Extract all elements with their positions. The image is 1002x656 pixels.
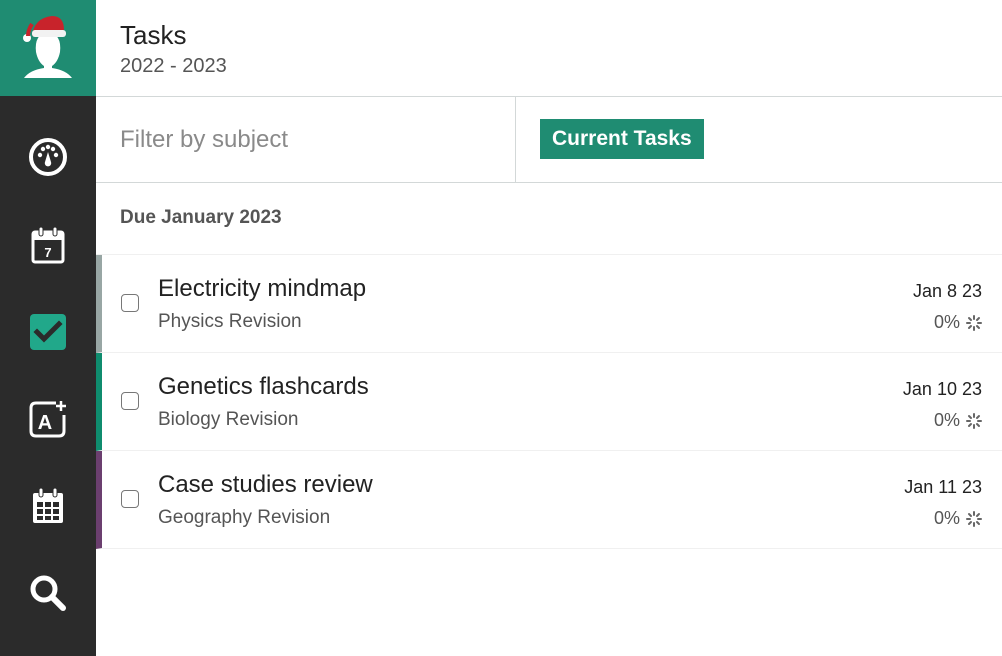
task-checkbox[interactable] [121, 294, 139, 312]
progress-spinner-icon [966, 510, 982, 527]
calendar-grid-icon [33, 487, 63, 523]
task-row[interactable]: Electricity mindmap Physics Revision Jan… [96, 255, 1002, 353]
task-due-date: Jan 10 23 [902, 379, 982, 399]
progress-spinner-icon [966, 412, 982, 429]
page-header: Tasks 2022 - 2023 [96, 0, 1002, 97]
page-title: Tasks [120, 20, 187, 50]
calendar-day-number: 7 [44, 245, 51, 260]
task-progress-value: 0% [933, 508, 960, 528]
nav-search[interactable] [0, 549, 96, 637]
sidebar: 7 A [0, 0, 96, 656]
grade-a-plus-icon: A [29, 401, 66, 438]
task-list: Electricity mindmap Physics Revision Jan… [96, 254, 1002, 549]
task-name: Genetics flashcards [158, 373, 369, 400]
calendar-7-icon: 7 [31, 226, 65, 264]
task-row[interactable]: Genetics flashcards Biology Revision Jan… [96, 353, 1002, 451]
nav-timetable[interactable] [0, 462, 96, 550]
task-name: Electricity mindmap [158, 275, 367, 302]
task-progress-value: 0% [933, 312, 960, 332]
app: 7 A Tasks 2022 - 2023 Filter by subject … [0, 0, 1002, 656]
nav-grades[interactable]: A [0, 375, 96, 463]
progress-spinner-icon [966, 314, 982, 331]
dashboard-gauge-icon [29, 138, 67, 176]
task-progress: 0% [934, 508, 982, 529]
group-heading: Due January 2023 [120, 207, 282, 228]
task-subject: Physics Revision [158, 311, 302, 332]
task-progress: 0% [934, 410, 982, 431]
task-due-date: Jan 8 23 [912, 281, 982, 301]
nav-calendar-day[interactable]: 7 [0, 201, 96, 289]
search-icon [30, 575, 66, 611]
task-progress-value: 0% [933, 410, 960, 430]
task-due-date: Jan 11 23 [904, 477, 982, 497]
main-content: Tasks 2022 - 2023 Current Tasks Due Janu… [96, 0, 1002, 656]
task-subject: Geography Revision [158, 507, 331, 528]
task-row[interactable]: Case studies review Geography Revision J… [96, 451, 1002, 549]
academic-year: 2022 - 2023 [120, 55, 227, 77]
task-check-icon [30, 314, 66, 350]
current-tasks-button[interactable]: Current Tasks [540, 119, 704, 159]
task-progress: 0% [934, 312, 982, 333]
avatar[interactable] [0, 0, 96, 96]
task-name: Case studies review [158, 471, 373, 498]
filter-subject-input[interactable] [96, 97, 516, 182]
svg-text:A: A [38, 412, 52, 434]
santa-hat-user-icon [23, 16, 72, 78]
task-checkbox[interactable] [121, 490, 139, 508]
nav-dashboard[interactable] [0, 113, 96, 201]
filter-bar: Current Tasks [96, 97, 1002, 183]
task-subject: Biology Revision [158, 409, 299, 430]
task-checkbox[interactable] [121, 392, 139, 410]
nav-tasks[interactable] [0, 288, 96, 376]
